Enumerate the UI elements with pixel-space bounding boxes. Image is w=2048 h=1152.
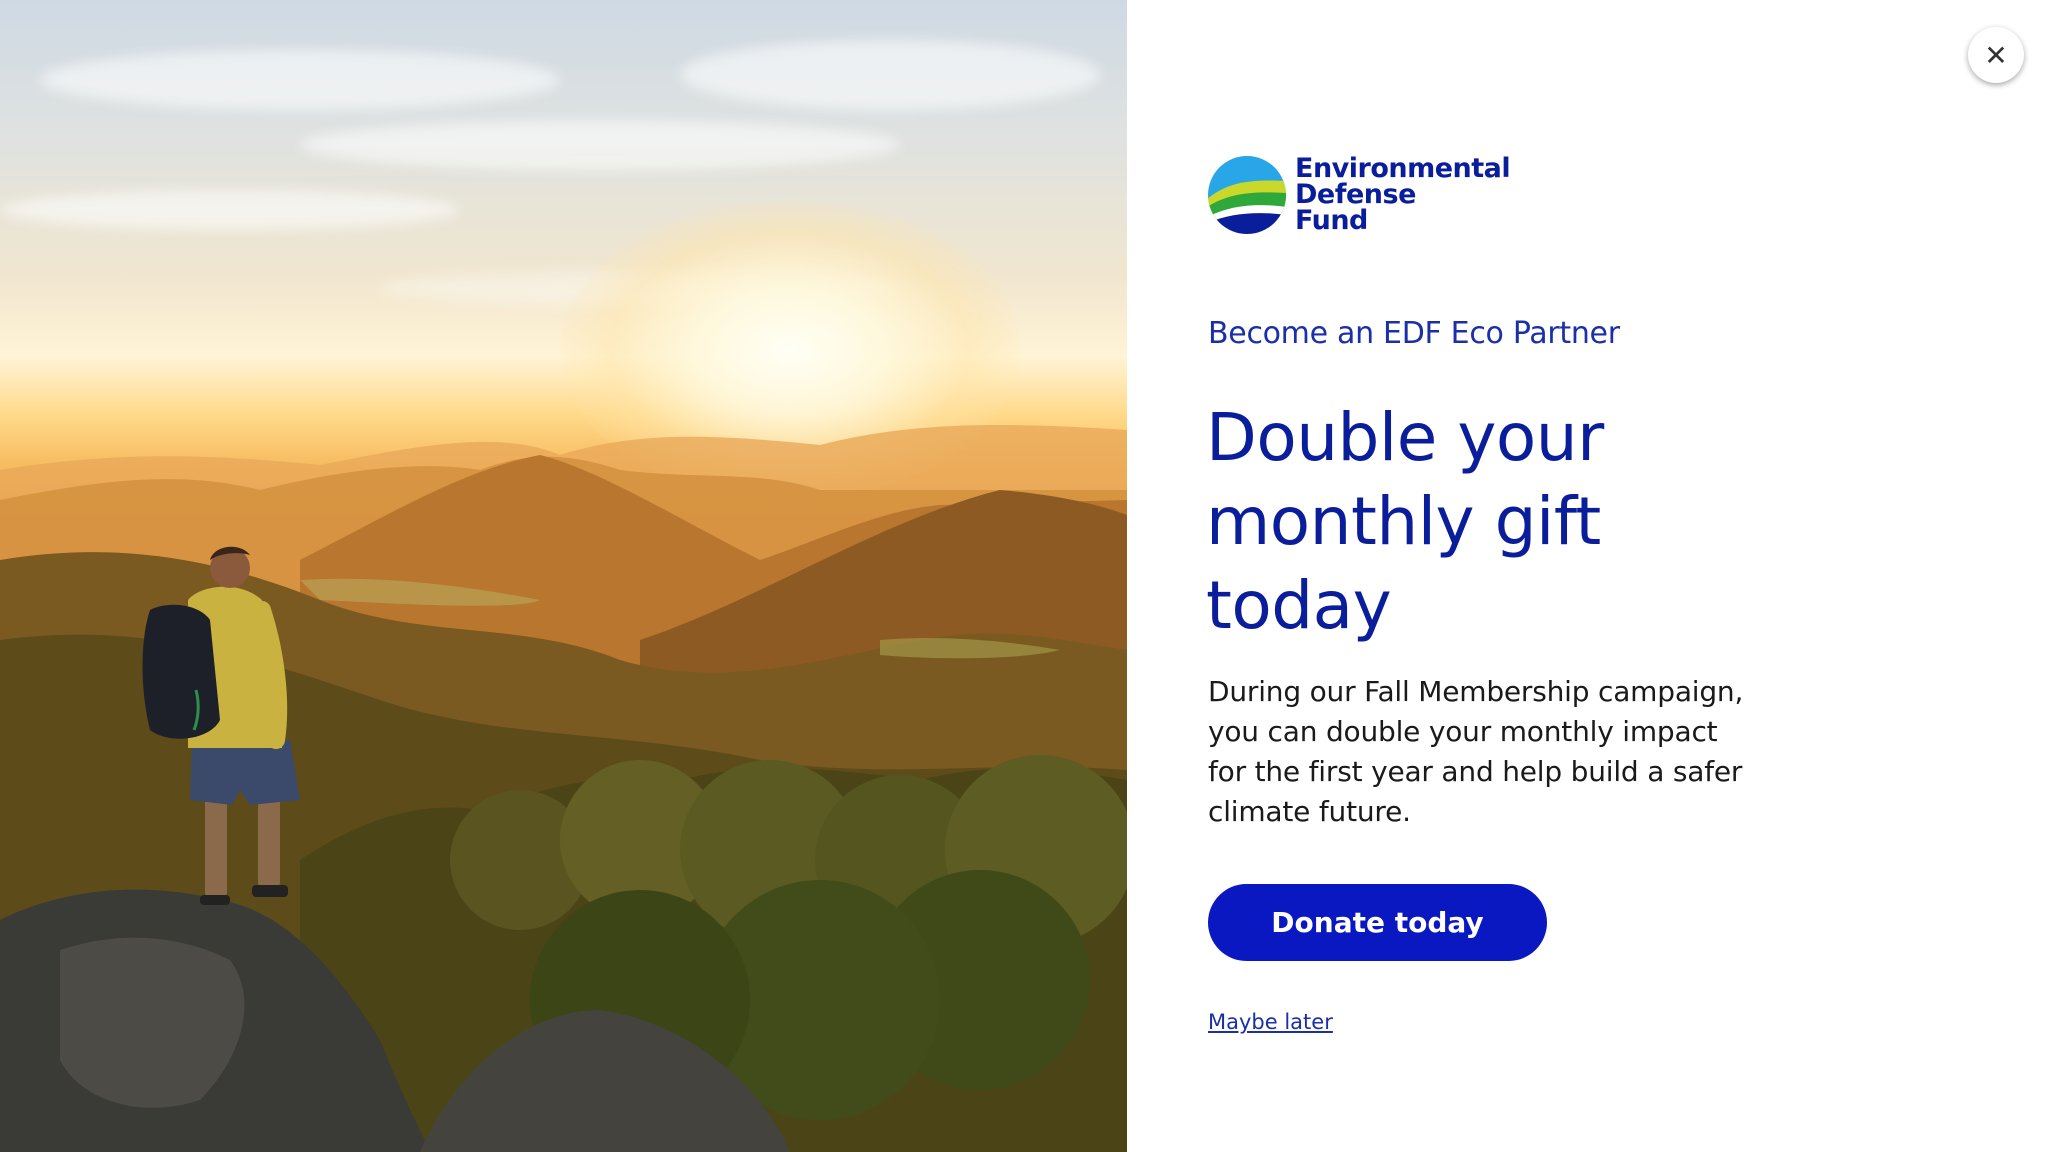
close-button[interactable]: ✕ xyxy=(1968,27,2024,83)
logo-line-3: Fund xyxy=(1295,205,1368,236)
edf-logo: Environmental Defense Fund xyxy=(1207,155,1511,236)
edf-logo-wordmark: Environmental Defense Fund xyxy=(1295,155,1511,236)
landscape-illustration xyxy=(0,425,1127,1152)
eyebrow-text: Become an EDF Eco Partner xyxy=(1208,316,1620,351)
body-copy: During our Fall Membership campaign, you… xyxy=(1208,675,1744,828)
edf-logo-icon xyxy=(1208,156,1286,234)
headline: Double your monthly gift today xyxy=(1206,399,1604,644)
donate-button[interactable]: Donate today xyxy=(1208,884,1547,961)
hiker-landscape-photo xyxy=(0,0,1127,1152)
close-icon: ✕ xyxy=(1984,39,2008,71)
maybe-later-link[interactable]: Maybe later xyxy=(1208,1010,1333,1034)
donation-modal: ✕ Environmental Defense Fund Become an E… xyxy=(0,0,2048,1152)
